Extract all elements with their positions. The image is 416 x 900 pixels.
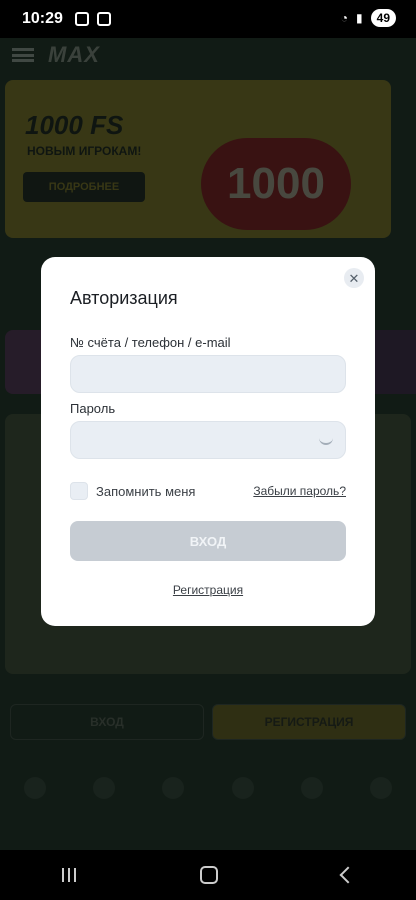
wifi-icon: ◔ (340, 11, 349, 25)
account-field-wrap (70, 355, 346, 393)
password-field-wrap (70, 421, 346, 459)
screenshot-icon (74, 12, 89, 26)
status-time: 10:29 (22, 10, 63, 27)
remember-checkbox[interactable] (70, 482, 88, 500)
dialog-title: Авторизация (70, 288, 178, 308)
recents-icon[interactable] (62, 868, 76, 882)
system-nav-bar (0, 850, 416, 900)
status-bar: 10:29 ◔ ▮ 49 (0, 0, 416, 38)
close-icon[interactable]: ✕ (344, 268, 364, 288)
login-dialog: Авторизация ✕ № счёта / телефон / e-mail… (41, 257, 375, 626)
login-button[interactable]: ВХОД (70, 521, 346, 561)
account-input[interactable] (71, 356, 345, 392)
password-input[interactable] (71, 422, 345, 458)
register-link[interactable]: Регистрация (173, 583, 243, 597)
back-icon[interactable] (339, 866, 357, 884)
status-system-icons: ◔ ▮ 49 (341, 9, 396, 27)
register-link-wrap: Регистрация (41, 583, 375, 597)
shield-icon (96, 12, 111, 26)
forgot-password-link[interactable]: Забыли пароль? (253, 484, 346, 498)
status-notification-icons (74, 12, 111, 26)
home-icon[interactable] (200, 866, 218, 884)
remember-label[interactable]: Запомнить меня (96, 484, 195, 499)
battery-indicator: 49 (370, 9, 396, 27)
account-label: № счёта / телефон / e-mail (70, 335, 231, 350)
password-label: Пароль (70, 401, 116, 416)
signal-icon: ▮ (356, 11, 363, 25)
